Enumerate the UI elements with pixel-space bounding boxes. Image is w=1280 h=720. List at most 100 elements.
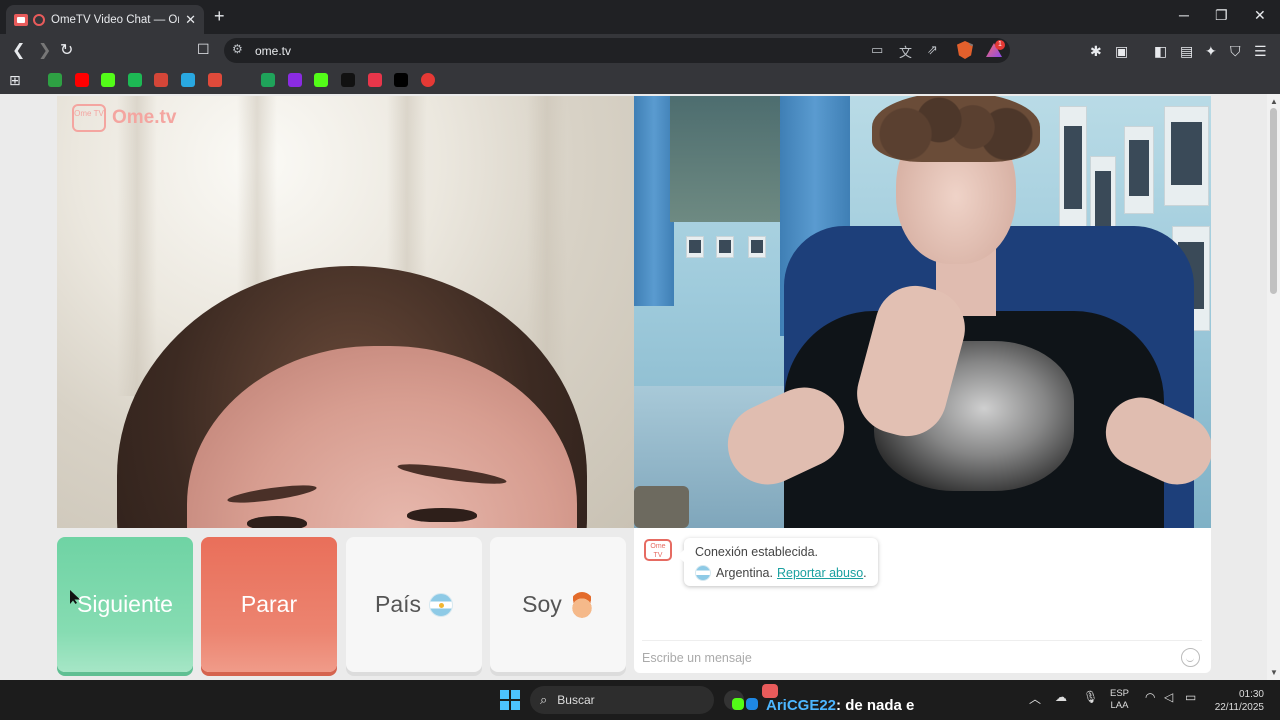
cast-icon[interactable]: ▭ <box>871 42 883 58</box>
eye <box>407 508 477 522</box>
bookmark-green-icon[interactable] <box>128 73 142 87</box>
translate-icon[interactable]: 文 <box>899 42 912 61</box>
poster <box>1164 106 1209 206</box>
mate-cup <box>634 486 689 528</box>
ometv-tv-icon: Ome TV <box>72 104 106 132</box>
scroll-down-icon[interactable]: ▼ <box>1270 668 1278 677</box>
lang-layout: LAA <box>1110 700 1129 711</box>
menu-icon[interactable]: ☰ <box>1254 43 1267 60</box>
window <box>670 96 780 222</box>
stats-icon[interactable] <box>208 73 222 87</box>
kick-taskbar-icon[interactable] <box>732 698 744 710</box>
country-name: Argentina. <box>716 566 773 580</box>
stream-message: : de nada e <box>836 697 915 714</box>
leo-ai-icon[interactable]: ✦ <box>1205 43 1217 60</box>
onedrive-icon[interactable]: ☁ <box>1055 690 1067 704</box>
bookmark-counter-icon[interactable] <box>48 73 62 87</box>
taskbar-clock[interactable]: 01:30 22/11/2025 <box>1208 688 1264 714</box>
next-button[interactable]: Siguiente <box>57 537 193 672</box>
bookmark-shield-icon[interactable] <box>421 73 435 87</box>
stop-button[interactable]: Parar <box>201 537 337 672</box>
ometv-favicon-icon <box>14 13 28 26</box>
report-abuse-link[interactable]: Reportar abuso <box>777 566 863 580</box>
address-bar[interactable]: ⚙ ome.tv ▭ 文 ⇗ 2 1 <box>224 38 1010 63</box>
argentina-flag-icon <box>695 565 711 581</box>
poster-photo <box>1094 170 1112 229</box>
gender-button-label: Soy <box>522 591 562 617</box>
poster-photo <box>1063 126 1083 210</box>
tiktok-icon[interactable] <box>341 73 355 87</box>
logo-text: Ome.tv <box>112 107 177 128</box>
scroll-thumb[interactable] <box>1270 108 1277 294</box>
shields-badge: 2 <box>969 39 975 46</box>
audio-playing-icon[interactable] <box>33 13 45 26</box>
remote-video <box>634 96 1211 528</box>
ometv-logo[interactable]: Ome TV Ome.tv <box>72 104 176 132</box>
vpn-icon[interactable]: ⛉ <box>1230 43 1241 60</box>
windows-taskbar: ⌕ Buscar AriCGE22: de nada e ︿ ☁ 🎙 ESP L… <box>0 680 1280 720</box>
wifi-icon[interactable]: ◠ <box>1145 690 1155 704</box>
tab-close-icon[interactable]: ✕ <box>185 12 196 28</box>
battery-icon[interactable]: ▭ <box>1185 690 1196 704</box>
bookmark-blue-icon[interactable] <box>181 73 195 87</box>
windows-start-icon[interactable] <box>500 690 520 710</box>
x-icon[interactable] <box>394 73 408 87</box>
boy-emoji-icon <box>569 591 594 618</box>
kick-icon[interactable] <box>101 73 115 87</box>
site-info-icon[interactable]: ⚙ <box>232 42 243 56</box>
language-indicator[interactable]: ESP LAA <box>1110 688 1129 712</box>
next-button-label: Siguiente <box>77 591 173 617</box>
browser-toolbar: ❮ ❯ ↻ ☐ ⚙ ome.tv ▭ 文 ⇗ 2 1 <box>0 34 1280 67</box>
extension-icon[interactable]: ▣ <box>1115 43 1128 60</box>
country-button[interactable]: País <box>346 537 482 672</box>
scroll-up-icon[interactable]: ▲ <box>1270 97 1278 106</box>
back-icon[interactable]: ❮ <box>12 40 25 60</box>
kick-icon-2[interactable] <box>314 73 328 87</box>
minimize-button[interactable]: ─ <box>1179 7 1189 23</box>
app-taskbar-icon[interactable] <box>746 698 758 710</box>
page-scrollbar[interactable]: ▲ ▼ <box>1267 94 1280 680</box>
tab-bar: OmeTV Video Chat — Omegle ✕ + ─ ❐ ✕ <box>0 0 1280 34</box>
window-close-button[interactable]: ✕ <box>1254 7 1266 24</box>
wallet-icon[interactable]: ▤ <box>1180 43 1193 60</box>
search-icon: ⌕ <box>540 692 548 707</box>
microphone-icon[interactable]: 🎙 <box>1083 690 1098 704</box>
youtube-icon[interactable] <box>75 73 89 87</box>
poster-photo <box>719 240 731 253</box>
country-button-label: País <box>374 591 422 617</box>
curtain <box>634 96 674 306</box>
lang-code: ESP <box>1110 688 1130 699</box>
extensions-icon[interactable]: ✱ <box>1090 43 1102 60</box>
volume-icon[interactable]: ◁ <box>1164 690 1173 704</box>
reload-icon[interactable]: ↻ <box>60 40 73 60</box>
apps-grid-icon[interactable]: ⊞ <box>9 72 21 89</box>
download-icon[interactable] <box>368 73 382 87</box>
url-text: ome.tv <box>255 44 292 58</box>
ometv-chat-icon: Ome TV <box>644 539 672 561</box>
forward-icon[interactable]: ❯ <box>38 40 51 60</box>
curtain-fold <box>117 96 157 396</box>
poster <box>716 236 734 258</box>
bookmark-icon[interactable]: ☐ <box>197 41 210 58</box>
emoji-picker-icon[interactable] <box>1181 648 1200 667</box>
brave-taskbar-icon[interactable] <box>762 684 778 698</box>
browser-tab[interactable]: OmeTV Video Chat — Omegle ✕ <box>6 5 204 34</box>
share-icon[interactable]: ⇗ <box>927 42 938 58</box>
maximize-button[interactable]: ❐ <box>1215 7 1228 24</box>
bookmark-purple-icon[interactable] <box>288 73 302 87</box>
gmail-icon[interactable] <box>154 73 168 87</box>
gender-button[interactable]: Soy <box>490 537 626 672</box>
poster-photo <box>751 240 763 253</box>
message-input[interactable] <box>642 648 1162 668</box>
brave-shields-icon[interactable]: 2 <box>957 41 973 59</box>
local-video <box>57 96 634 528</box>
report-suffix: . <box>863 566 867 580</box>
tray-chevron-icon[interactable]: ︿ <box>1029 690 1041 707</box>
chat-panel: Ome TV Conexión establecida. Argentina. … <box>634 528 1211 673</box>
sidebar-icon[interactable]: ◧ <box>1154 43 1167 60</box>
search-label: Buscar <box>557 693 595 707</box>
taskbar-search[interactable]: ⌕ Buscar <box>530 686 714 714</box>
bookmark-plus-icon[interactable] <box>261 73 275 87</box>
new-tab-button[interactable]: + <box>214 6 225 27</box>
connection-message: Conexión establecida. <box>695 545 818 559</box>
